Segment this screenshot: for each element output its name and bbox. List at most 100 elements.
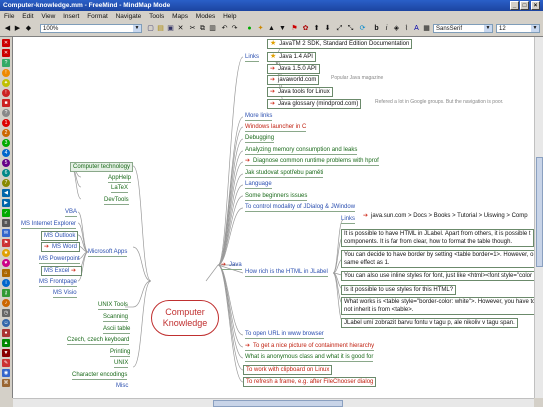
node-jak-studovat[interactable]: Jak studovat spotřebu paměti — [245, 169, 324, 178]
node-html-links[interactable]: Links — [341, 215, 356, 224]
horizontal-scroll-thumb[interactable] — [213, 400, 343, 407]
menu-maps[interactable]: Maps — [172, 13, 188, 20]
close-map-icon[interactable]: ✕ — [176, 24, 185, 33]
arrow-down-icon[interactable]: ⬇ — [323, 24, 332, 33]
forward-arrow-icon[interactable]: ▶ — [2, 199, 10, 207]
priority-2-icon[interactable]: 2 — [2, 129, 10, 137]
idea-icon[interactable]: ✦ — [256, 24, 265, 33]
node-java[interactable]: ➔ Java — [221, 261, 242, 270]
menu-edit[interactable]: Edit — [22, 13, 33, 20]
node-ms-visio[interactable]: MS Visio — [53, 289, 77, 298]
menu-insert[interactable]: Insert — [63, 13, 79, 20]
node-computer-technology[interactable]: Computer technology — [70, 162, 134, 172]
html-note-2[interactable]: You can decide to have border by setting… — [341, 250, 534, 268]
info-icon[interactable]: i — [2, 279, 10, 287]
menu-modes[interactable]: Modes — [196, 13, 216, 20]
remove-all-icon[interactable]: ✕ — [2, 49, 10, 57]
node-ms-outlook[interactable]: MS Outlook — [41, 231, 79, 241]
maximize-button[interactable]: □ — [520, 1, 529, 10]
minimize-button[interactable]: _ — [510, 1, 519, 10]
node-modality[interactable]: To control modality of JDialog & JWindow — [245, 203, 356, 212]
unfold-icon[interactable]: ⤡ — [346, 24, 355, 33]
node-clipboard[interactable]: To work with clipboard on Linux — [243, 365, 333, 375]
html-note-3[interactable]: You can also use inline styles for font,… — [341, 271, 534, 281]
flag-icon[interactable]: ⚑ — [2, 239, 10, 247]
attach-icon[interactable]: ⌘ — [2, 379, 10, 387]
back-arrow-icon[interactable]: ◀ — [2, 189, 10, 197]
mail-icon[interactable]: ✉ — [2, 229, 10, 237]
node-beginners[interactable]: Some beginners issues — [245, 192, 308, 201]
thumb-up-icon[interactable]: ▲ — [2, 339, 10, 347]
priority-4-icon[interactable]: 4 — [2, 149, 10, 157]
node-language[interactable]: Language — [245, 180, 272, 189]
list-icon[interactable]: ≡ — [2, 219, 10, 227]
html-note-1[interactable]: It is possible to have HTML in JLabel. A… — [341, 229, 534, 247]
copy-icon[interactable]: ⧉ — [198, 24, 207, 33]
format-icon[interactable]: ▦ — [422, 24, 431, 33]
toggle-icon[interactable]: ◆ — [24, 24, 33, 33]
node-unix[interactable]: UNIX — [114, 359, 129, 368]
penguin-icon[interactable]: ◉ — [2, 369, 10, 377]
thumb-down-icon[interactable]: ▼ — [2, 349, 10, 357]
cut-icon[interactable]: ✂ — [188, 24, 197, 33]
help-icon[interactable]: ? — [2, 109, 10, 117]
node-open-url[interactable]: To open URL in www browser — [245, 330, 324, 339]
node-ascii[interactable]: Ascii table — [103, 325, 131, 334]
heart-icon[interactable]: ♥ — [2, 259, 10, 267]
warning-icon[interactable]: ! — [2, 89, 10, 97]
ok-icon[interactable]: ✓ — [2, 209, 10, 217]
root-node[interactable]: Computer Knowledge — [151, 300, 219, 336]
html-note-5[interactable]: What works is <table style="border-color… — [341, 297, 534, 315]
bold-icon[interactable]: b — [372, 24, 381, 33]
node-unix-tools[interactable]: UNIX Tools — [98, 301, 128, 310]
link-javaworld[interactable]: ➔ javaworld.com — [267, 75, 320, 85]
node-ms-powerpoint[interactable]: MS Powerpoint — [39, 255, 80, 264]
back-icon[interactable]: ◀ — [3, 24, 12, 33]
horizontal-scrollbar[interactable] — [13, 398, 534, 407]
up-icon[interactable]: ▲ — [267, 24, 276, 33]
html-note-6[interactable]: JLabel umí zobrazit barvu fontu v tagu p… — [341, 318, 518, 328]
node-ms-word[interactable]: ➔ MS Word — [41, 242, 80, 252]
italic-icon[interactable]: i — [382, 24, 391, 33]
link-glossary[interactable]: ➔ Java glossary (mindprod.com) — [267, 99, 362, 109]
forward-icon[interactable]: ▶ — [13, 24, 22, 33]
node-more-links[interactable]: More links — [245, 112, 273, 121]
save-icon[interactable]: ▣ — [166, 24, 175, 33]
priority-5-icon[interactable]: 5 — [2, 159, 10, 167]
priority-6-icon[interactable]: 6 — [2, 169, 10, 177]
node-charenc[interactable]: Character encodings — [72, 371, 128, 380]
html-note-4[interactable]: Is it possible to use styles for this HT… — [341, 285, 457, 295]
pencil-icon[interactable]: ✎ — [2, 359, 10, 367]
clock-icon[interactable]: ◷ — [2, 309, 10, 317]
menu-tools[interactable]: Tools — [149, 13, 164, 20]
node-analyzing-memory[interactable]: Analyzing memory consumption and leaks — [245, 146, 358, 155]
node-windows-launcher[interactable]: Windows launcher in C — [245, 123, 307, 132]
vertical-scrollbar[interactable] — [534, 37, 543, 398]
stop-icon[interactable]: ■ — [2, 99, 10, 107]
edge-icon[interactable]: ⌇ — [402, 24, 411, 33]
key-icon[interactable]: ⚷ — [2, 289, 10, 297]
node-scanning[interactable]: Scanning — [103, 313, 129, 322]
node-ms-frontpage[interactable]: MS Frontpage — [39, 278, 78, 287]
close-button[interactable]: × — [531, 1, 540, 10]
menu-help[interactable]: Help — [223, 13, 236, 20]
link-java15[interactable]: ➔ Java 1.5.0 API — [267, 64, 320, 74]
node-microsoft-apps[interactable]: Microsoft Apps — [88, 248, 128, 257]
link-java-tools[interactable]: ➔ Java tools for Linux — [267, 87, 333, 97]
priority-1-icon[interactable]: 1 — [2, 119, 10, 127]
important-icon[interactable]: ! — [2, 69, 10, 77]
priority-7-icon[interactable]: 7 — [2, 179, 10, 187]
bell-icon[interactable]: ♪ — [2, 299, 10, 307]
node-color-icon[interactable]: ● — [245, 24, 254, 33]
node-ms-excel[interactable]: MS Excel ➔ — [41, 266, 83, 276]
paste-icon[interactable]: ▥ — [208, 24, 217, 33]
node-ms-ie[interactable]: MS Internet Explorer — [21, 220, 77, 229]
star-icon[interactable]: ★ — [2, 249, 10, 257]
node-html-links-path[interactable]: ➔ java.sun.com > Docs > Books > Tutorial … — [363, 212, 528, 220]
node-latex[interactable]: LaTeX — [111, 184, 129, 193]
font-select[interactable]: SansSerif ▼ — [433, 24, 493, 33]
bomb-icon[interactable]: ● — [2, 329, 10, 337]
sync-icon[interactable]: ⟳ — [358, 24, 367, 33]
node-printing[interactable]: Printing — [110, 348, 131, 357]
undo-icon[interactable]: ↶ — [220, 24, 229, 33]
